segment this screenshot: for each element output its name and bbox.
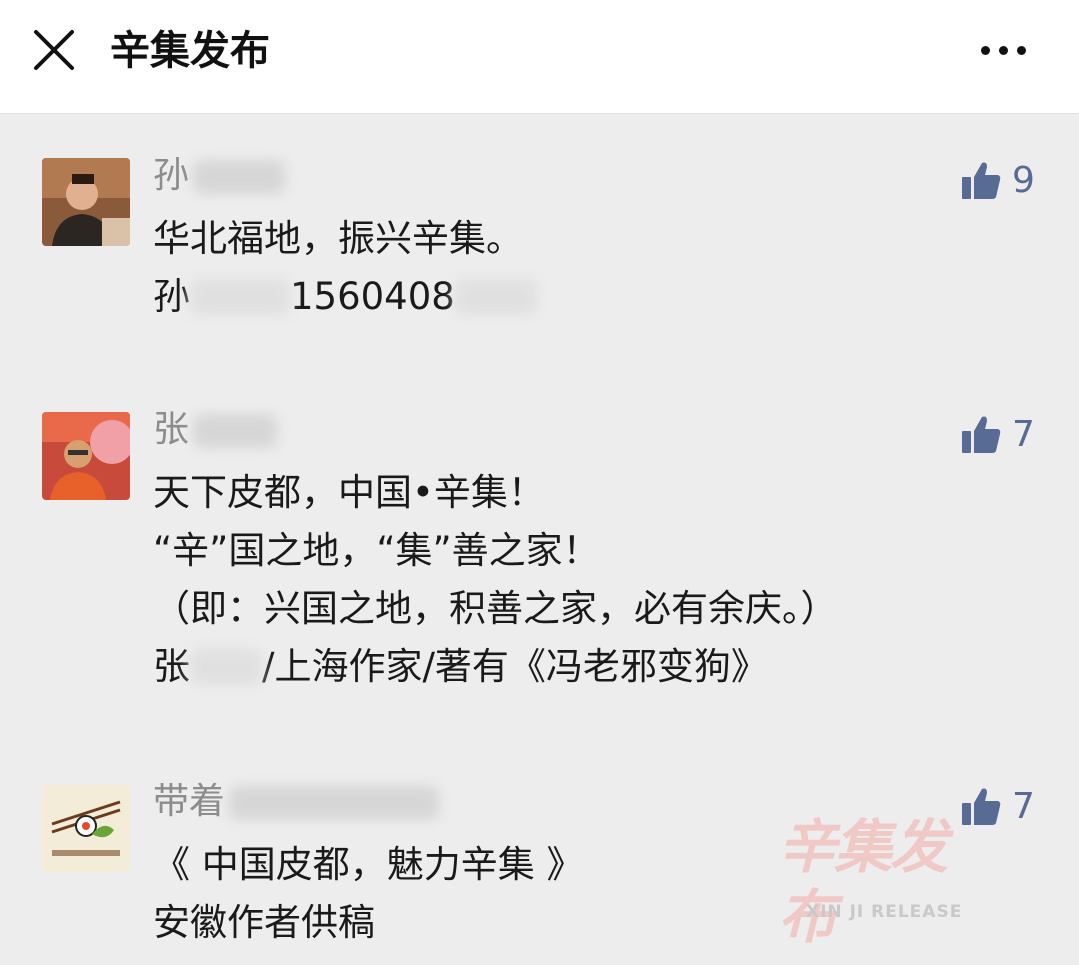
close-button[interactable] <box>32 28 76 72</box>
more-dots-icon[interactable] <box>981 46 990 55</box>
like-count: 7 <box>1012 413 1035 455</box>
blurred-name <box>193 414 278 448</box>
like-button[interactable]: 9 <box>960 158 1035 202</box>
like-button[interactable]: 7 <box>960 784 1035 828</box>
blurred-name <box>193 160 286 194</box>
thumbs-up-icon <box>962 416 1001 453</box>
comment-author[interactable]: 张 <box>153 406 278 454</box>
thumbs-up-icon <box>962 162 1001 199</box>
like-count: 9 <box>1012 159 1035 201</box>
more-menu-button[interactable] <box>975 30 1035 70</box>
comment-author[interactable]: 带着 <box>153 778 440 826</box>
watermark-title: 辛集发布 <box>778 813 948 951</box>
watermark-subtitle: XIN JI RELEASE <box>806 902 963 922</box>
like-button[interactable]: 7 <box>960 412 1035 456</box>
page-title: 辛集发布 <box>110 28 270 74</box>
comment-text: 《 中国皮都，魅力辛集 》 安徽作者供稿 <box>153 843 584 944</box>
comment-author[interactable]: 孙 <box>153 152 286 200</box>
top-bar: 辛集发布 <box>0 0 1079 114</box>
comment-text: 天下皮都，中国•辛集！ “辛”国之地，“集”善之家！ （即：兴国之地，积善之家，… <box>153 471 838 688</box>
watermark: 辛集发布 XIN JI RELEASE <box>778 812 968 951</box>
avatar[interactable] <box>42 158 130 246</box>
avatar[interactable] <box>42 784 130 872</box>
avatar[interactable] <box>42 412 130 500</box>
blurred-name <box>229 786 440 820</box>
comment-text: 华北福地，振兴辛集。 孙 1560408 <box>153 210 537 326</box>
close-icon[interactable] <box>32 28 76 72</box>
like-count: 7 <box>1012 785 1035 827</box>
